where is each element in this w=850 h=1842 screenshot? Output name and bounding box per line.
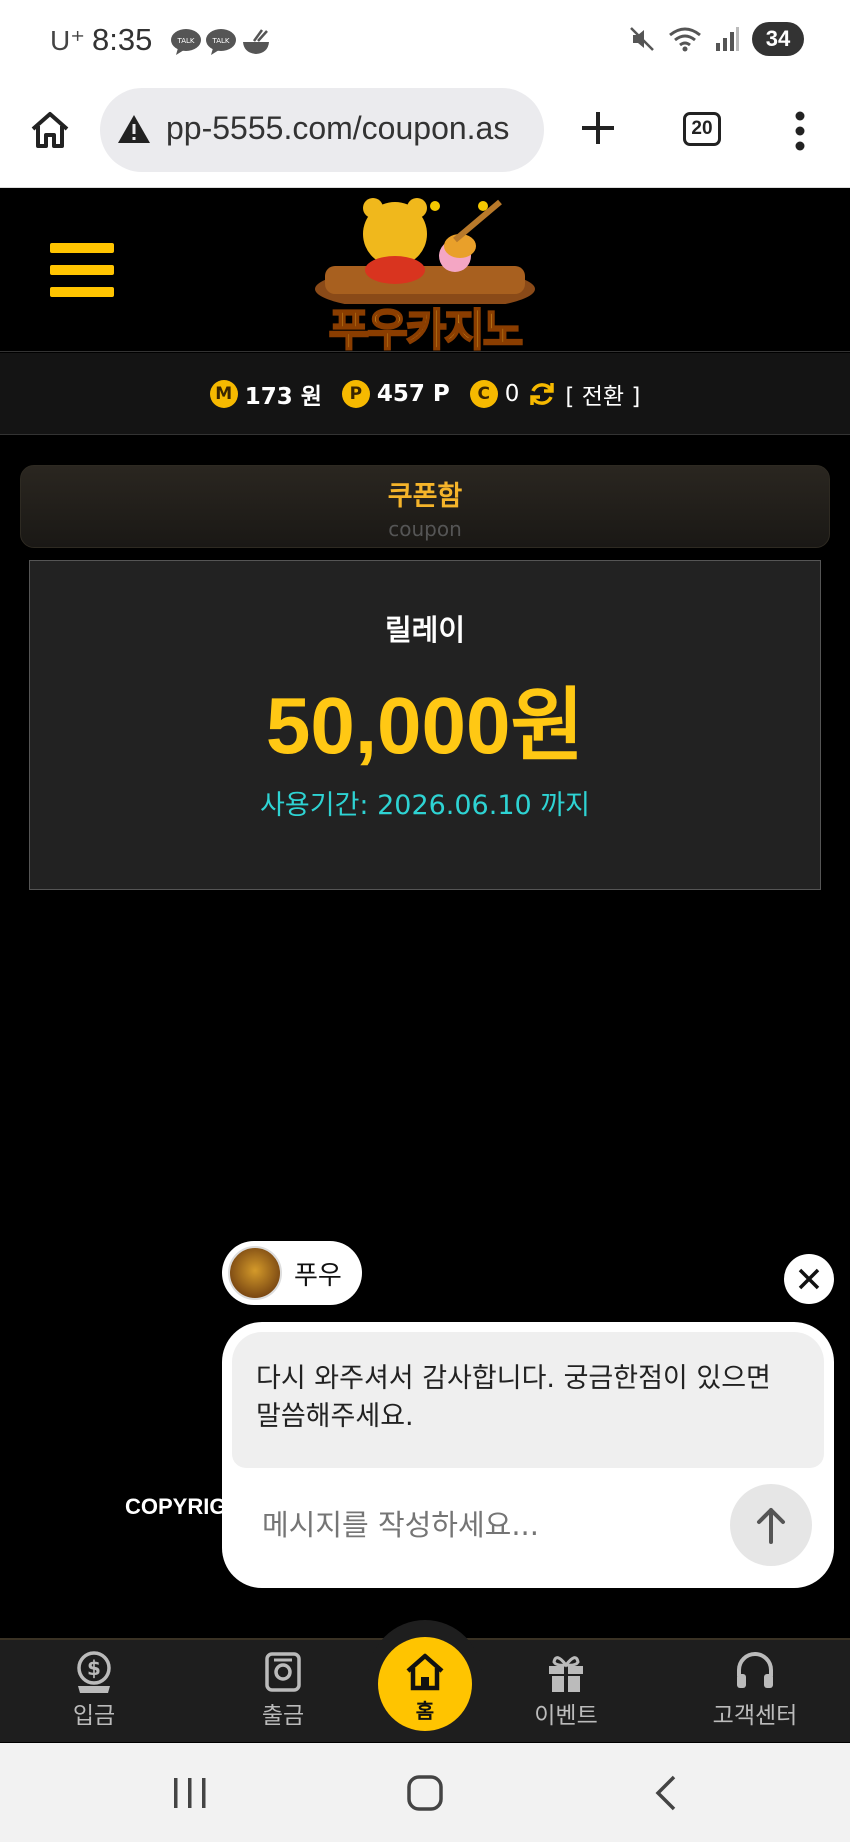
logo-illustration [315, 198, 535, 311]
nav-support[interactable]: 고객센터 [695, 1650, 815, 1730]
point-coin-icon: P [341, 379, 370, 408]
nav-withdraw[interactable]: 출금 [223, 1650, 343, 1730]
food-bowl-notification-icon [243, 29, 269, 54]
nav-deposit[interactable]: $ 입금 [34, 1650, 154, 1730]
chat-panel: 다시 와주셔서 감사합니다. 궁금한점이 있으면 말씀해주세요. [222, 1322, 834, 1588]
close-icon [798, 1268, 820, 1290]
address-bar[interactable]: pp-5555.com/coupon.as [100, 88, 544, 172]
tab-switcher-button[interactable]: 20 [683, 112, 721, 146]
svg-text:$: $ [87, 1656, 101, 1680]
home-icon [406, 1653, 444, 1691]
gift-icon [549, 1656, 583, 1692]
logo-text: 푸우카지노 [328, 304, 524, 357]
copyright-text: COPYRIG [125, 1494, 227, 1519]
chat-avatar [228, 1246, 282, 1300]
status-icons: 34 [628, 22, 804, 56]
headset-icon [737, 1652, 773, 1688]
nav-label: 입금 [72, 1703, 116, 1729]
url-text[interactable]: pp-5555.com/coupon.as [166, 110, 509, 147]
nav-label: 고객센터 [712, 1703, 798, 1729]
section-subtitle: coupon [388, 517, 462, 541]
battery-indicator: 34 [752, 22, 804, 56]
nav-home[interactable]: 홈 [378, 1637, 472, 1731]
section-title: 쿠폰함 [387, 481, 463, 512]
coupon-amount: 50,000원 [265, 681, 585, 770]
chat-message: 다시 와주셔서 감사합니다. 궁금한점이 있으면 말씀해주세요. [232, 1332, 824, 1468]
clock: 8:35 [92, 22, 153, 57]
status-bar: U⁺ 8:35 TALK TALK 34 [0, 0, 850, 86]
chat-close-button[interactable] [784, 1254, 834, 1304]
recent-apps-icon[interactable] [170, 1775, 210, 1811]
money-coin-icon: M [209, 379, 238, 408]
chat-message-line: 말씀해주세요. [256, 1401, 414, 1432]
withdraw-icon [265, 1652, 301, 1692]
back-icon[interactable] [650, 1773, 682, 1813]
warning-icon[interactable] [116, 112, 152, 146]
coupon-expiry: 사용기간: 2026.06.10 까지 [260, 790, 590, 821]
kakaotalk-notification-icon: TALK [206, 29, 236, 55]
balance-bar: M 173 원 P 457 P C 0 [ 전환 ] [0, 353, 850, 435]
money-balance: M 173 원 [209, 377, 322, 411]
coupon-card[interactable]: 릴레이 50,000원 사용기간: 2026.06.10 까지 [29, 560, 821, 890]
nav-label: 출금 [261, 1703, 305, 1729]
carrier-label: U⁺ [50, 25, 85, 56]
nav-label: 홈 [415, 1699, 435, 1723]
site-header: 푸우카지노 [0, 189, 850, 357]
chat-message-input[interactable] [262, 1508, 702, 1542]
system-home-icon[interactable] [405, 1773, 445, 1813]
refresh-icon[interactable] [527, 379, 557, 409]
system-navigation-bar [0, 1743, 850, 1842]
svg-text:TALK: TALK [211, 37, 229, 45]
chat-sender-badge: 푸우 [222, 1241, 362, 1305]
point-balance: P 457 P [341, 379, 450, 408]
signal-icon [716, 27, 739, 51]
new-tab-icon[interactable] [578, 108, 618, 148]
svg-text:TALK: TALK [176, 37, 194, 45]
coupon-section-header: 쿠폰함 coupon [20, 465, 830, 548]
deposit-icon: $ [77, 1651, 111, 1693]
hamburger-menu-icon[interactable] [50, 243, 114, 299]
mute-icon [630, 27, 654, 51]
coin-value: 0 [504, 380, 520, 407]
browser-toolbar: pp-5555.com/coupon.as 20 [0, 86, 850, 188]
wifi-icon [669, 27, 701, 52]
point-value: 457 P [376, 380, 450, 407]
browser-home-icon[interactable] [28, 108, 72, 152]
c-coin-icon: C [469, 379, 498, 408]
coupon-name: 릴레이 [384, 613, 466, 647]
more-menu-icon[interactable] [790, 110, 810, 152]
site-logo[interactable]: 푸우카지노 [305, 194, 545, 357]
nav-event[interactable]: 이벤트 [506, 1650, 626, 1730]
money-value: 173 원 [244, 383, 322, 410]
chat-send-button[interactable] [730, 1484, 812, 1566]
kakaotalk-notification-icon: TALK [171, 29, 201, 55]
nav-label: 이벤트 [534, 1703, 598, 1729]
chat-sender-name: 푸우 [294, 1260, 342, 1291]
coin-balance: C 0 [469, 379, 520, 408]
arrow-up-icon [757, 1508, 785, 1544]
chat-message-line: 다시 와주셔서 감사합니다. 궁금한점이 있으면 [256, 1363, 771, 1394]
convert-link[interactable]: [ 전환 ] [565, 377, 640, 411]
